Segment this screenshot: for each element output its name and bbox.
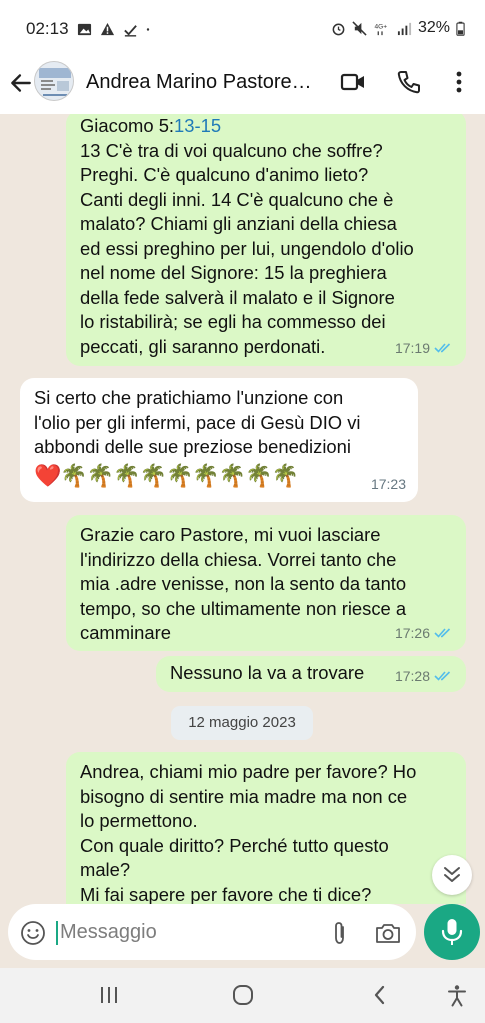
scroll-to-bottom-button[interactable]: [432, 855, 472, 895]
battery-icon: [456, 21, 465, 36]
mute-icon: [352, 20, 367, 36]
message-line: lo ristabilirà; se egli ha commesso dei: [80, 311, 386, 332]
message-bubble-out[interactable]: Nessuno la va a trovare 17:28: [156, 656, 466, 692]
network-4g-icon: 4G+: [374, 23, 387, 35]
read-ticks-icon: [434, 671, 451, 681]
more-vert-icon[interactable]: [446, 69, 472, 95]
message-emoji-line: ❤️🌴🌴🌴🌴🌴🌴🌴🌴🌴: [34, 462, 299, 488]
back-arrow-icon[interactable]: [8, 70, 34, 96]
message-bubble-out[interactable]: Andrea, chiami mio padre per favore? Ho …: [66, 752, 466, 904]
chat-header: Andrea Marino Pastore…: [0, 58, 485, 114]
scripture-link[interactable]: 13-15: [174, 115, 221, 136]
message-meta: 17:28: [395, 664, 454, 689]
message-line: Canti degli inni. 14 C'è qualcuno che è: [80, 188, 394, 210]
message-line: tempo, so che ultimamente non riesce a: [80, 597, 407, 619]
message-line: della fede salverà il malato e il Signor…: [80, 286, 395, 308]
message-line: l'olio per gli infermi, pace di Gesù DIO…: [34, 411, 361, 433]
battery-percent: 32%: [417, 19, 450, 36]
chat-area[interactable]: Giacomo 5:13-15 13 C'è tra di voi qualcu…: [0, 114, 485, 904]
message-bubble-in[interactable]: Si certo che pratichiamo l'unzione con l…: [20, 378, 418, 502]
message-line: Mi fai sapere per favore che ti dice?: [80, 883, 372, 905]
home-icon[interactable]: [231, 984, 255, 1006]
message-time: 17:28: [394, 667, 430, 684]
message-line: 13 C'è tra di voi qualcuno che soffre?: [80, 139, 383, 161]
date-divider: 12 maggio 2023: [171, 706, 313, 740]
message-bubble-out[interactable]: Giacomo 5:13-15 13 C'è tra di voi qualcu…: [66, 114, 466, 366]
status-bar: 02:13 4G+ 32%: [0, 0, 485, 58]
alarm-icon: [332, 23, 345, 35]
message-line: ed essi preghino per lui, ungendolo d'ol…: [80, 237, 414, 259]
message-meta: 17:26: [395, 621, 454, 646]
download-icon: [123, 24, 137, 37]
image-icon: [77, 23, 91, 35]
signal-icon: [397, 22, 412, 35]
message-input[interactable]: Messaggio: [56, 921, 157, 945]
message-bubble-out[interactable]: Grazie caro Pastore, mi vuoi lasciare l'…: [66, 515, 466, 651]
video-call-icon[interactable]: [340, 69, 366, 95]
mic-icon: [441, 919, 463, 945]
avatar[interactable]: [34, 61, 74, 101]
message-time: 17:19: [394, 339, 430, 356]
svg-text:4G+: 4G+: [374, 23, 387, 30]
contact-name[interactable]: Andrea Marino Pastore…: [86, 71, 320, 94]
message-composer[interactable]: Messaggio: [8, 904, 416, 960]
message-line: bisogno di sentire mia madre ma non ce: [80, 785, 408, 807]
message-line: malato? Chiami gli anziani della chiesa: [80, 213, 397, 234]
read-ticks-icon: [434, 343, 451, 353]
phone-icon[interactable]: [396, 69, 422, 95]
message-line: Grazie caro Pastore, mi vuoi lasciare: [80, 524, 381, 545]
double-chevron-down-icon: [444, 867, 460, 882]
scripture-ref: Giacomo 5:: [80, 115, 175, 136]
status-time: 02:13: [26, 19, 69, 38]
message-time: 17:23: [370, 475, 406, 492]
message-line: l'indirizzo della chiesa. Vorrei tanto c…: [80, 548, 397, 570]
message-time: 17:26: [394, 624, 430, 641]
message-line: Andrea, chiami mio padre per favore? Ho: [80, 761, 417, 782]
voice-message-button[interactable]: [424, 904, 480, 960]
message-line: Con quale diritto? Perché tutto questo: [80, 834, 389, 856]
message-line: Preghi. C'è qualcuno d'animo lieto?: [80, 164, 369, 185]
back-icon[interactable]: [370, 984, 390, 1006]
warning-icon: [100, 22, 114, 35]
attach-icon[interactable]: [328, 920, 352, 946]
message-line: Giacomo 5:13-15: [80, 114, 452, 139]
message-line: Si certo che pratichiamo l'unzione con: [34, 387, 344, 408]
message-meta: 17:23: [371, 472, 406, 497]
message-line: male?: [80, 859, 131, 880]
message-line: abbondi delle sue preziose benedizioni: [34, 436, 351, 457]
recent-apps-icon[interactable]: [98, 984, 120, 1006]
system-nav-bar: [0, 968, 485, 1023]
accessibility-icon[interactable]: [446, 984, 468, 1008]
dot-icon: [146, 27, 149, 31]
read-ticks-icon: [434, 628, 451, 638]
message-line: lo permettono.: [80, 810, 198, 831]
camera-icon[interactable]: [374, 920, 402, 946]
message-line: nel nome del Signore: 15 la preghiera: [80, 262, 387, 283]
message-meta: 17:19: [395, 336, 454, 361]
emoji-icon[interactable]: [20, 920, 46, 946]
message-line: mia .adre venisse, non la sento da tanto: [80, 573, 407, 594]
